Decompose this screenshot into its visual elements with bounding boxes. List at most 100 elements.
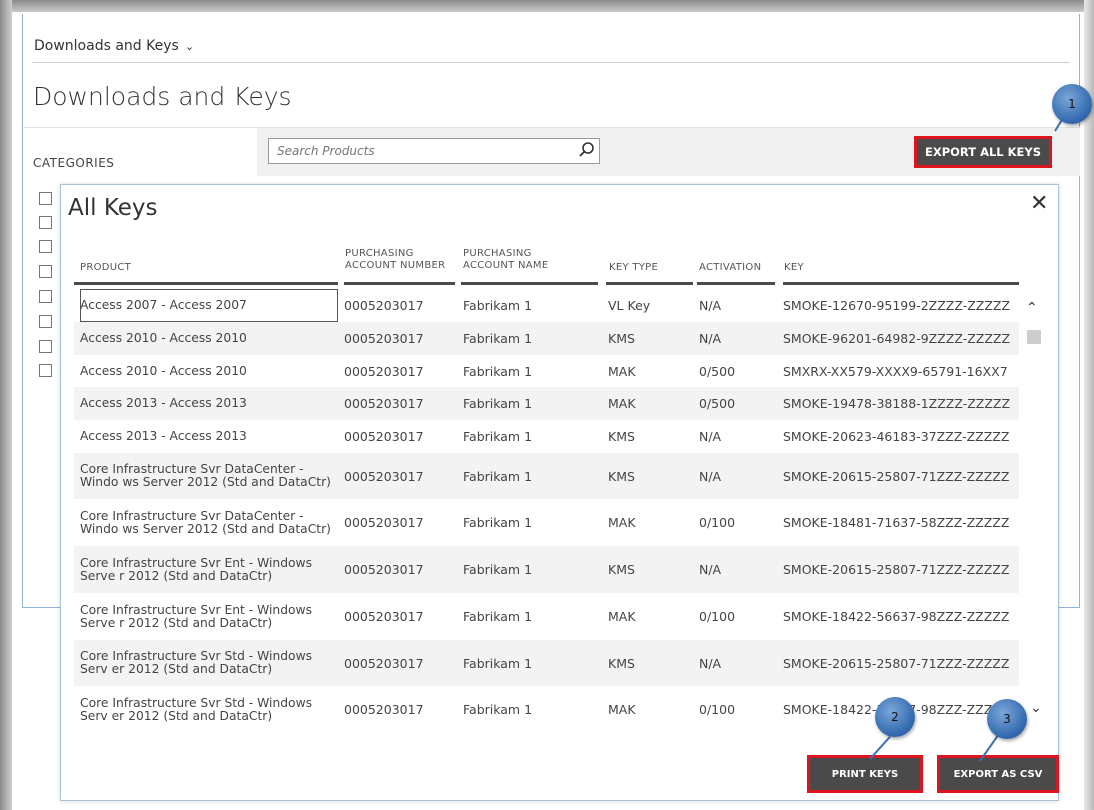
column-header-rule — [783, 282, 1019, 285]
category-checkbox[interactable] — [39, 265, 52, 278]
column-header-rule — [461, 282, 598, 285]
account-name-cell: Fabrikam 1 — [463, 468, 533, 484]
activation-cell: N/A — [699, 429, 722, 444]
chevron-up-icon[interactable]: ⌃ — [1026, 300, 1038, 316]
table-row[interactable]: Access 2010 - Access 2010 0005203017 Fabri… — [74, 322, 1019, 355]
table-row[interactable]: Core Infrastructure Svr DataCenter - Win… — [74, 499, 1019, 546]
key-cell: SMOKE-96201-64982-9ZZZZ-ZZZZZ — [783, 331, 1011, 346]
key-type-cell: KMS — [608, 331, 635, 346]
category-checkbox[interactable] — [39, 340, 52, 353]
account-name-cell: Fabrikam 1 — [463, 702, 533, 717]
table-row[interactable]: Core Infrastructure Svr DataCenter - Win… — [74, 453, 1019, 499]
chevron-down-icon[interactable]: ⌄ — [1030, 700, 1042, 716]
search-input[interactable] — [268, 138, 600, 164]
column-header-label: PURCHASING — [463, 248, 532, 259]
key-type-cell: KMS — [608, 468, 635, 484]
product-cell: Access 2013 - Access 2013 — [80, 396, 247, 410]
key-cell: SMOKE-20623-46183-37ZZZ-ZZZZZ — [783, 429, 1010, 444]
category-checkbox[interactable] — [39, 240, 52, 253]
table-row[interactable]: Access 2010 - Access 2010 0005203017 Fabri… — [74, 355, 1019, 387]
export-all-keys-button[interactable]: EXPORT ALL KEYS — [914, 136, 1052, 168]
breadcrumb-label: Downloads and Keys — [34, 38, 179, 54]
breadcrumb-divider — [32, 62, 1070, 63]
chevron-down-icon: ⌄ — [184, 40, 195, 53]
column-header-rule — [344, 282, 455, 285]
key-type-cell: MAK — [608, 609, 636, 624]
product-cell: Core Infrastructure Svr Std - Windows Se… — [80, 649, 313, 676]
activation-cell: 0/100 — [699, 702, 736, 717]
breadcrumb[interactable]: Downloads and Keys ⌄ — [34, 38, 194, 54]
account-name-cell: Fabrikam 1 — [463, 562, 533, 577]
key-type-cell: KMS — [608, 562, 635, 577]
close-icon[interactable]: ✕ — [1030, 191, 1048, 217]
callout-marker-2: 2 — [875, 697, 915, 737]
categories-heading: CATEGORIES — [33, 156, 115, 170]
product-cell: Core Infrastructure Svr DataCenter - Win… — [80, 508, 331, 536]
column-header-label: ACCOUNT NUMBER — [345, 260, 446, 271]
category-checkbox[interactable] — [39, 290, 52, 303]
column-header-label: PURCHASING — [345, 248, 414, 259]
column-header-rule — [697, 282, 775, 285]
product-cell: Core Infrastructure Svr Ent - Windows Se… — [80, 602, 313, 630]
column-header-key[interactable]: KEY — [784, 262, 804, 274]
key-cell: SMOKE-12670-95199-2ZZZZ-ZZZZZ — [783, 298, 1011, 313]
table-row[interactable]: Core Infrastructure Svr Ent - Windows Se… — [74, 546, 1019, 593]
product-cell: Access 2013 - Access 2013 — [80, 429, 247, 443]
category-checkbox[interactable] — [39, 192, 52, 205]
category-checkbox[interactable] — [39, 315, 52, 328]
account-number-cell: 0005203017 — [344, 331, 424, 346]
column-header-key-type[interactable]: KEY TYPE — [609, 262, 658, 274]
column-header-rule — [74, 282, 338, 285]
account-number-cell: 0005203017 — [344, 702, 424, 717]
activation-cell: N/A — [699, 298, 722, 313]
key-type-cell: VL Key — [608, 298, 651, 313]
key-cell: SMOKE-20615-25807-71ZZZ-ZZZZZ — [783, 468, 1010, 484]
column-header-label: PRODUCT — [80, 262, 132, 273]
print-keys-button[interactable]: PRINT KEYS — [807, 755, 923, 793]
page-title: Downloads and Keys — [33, 82, 292, 111]
window-frame-top — [0, 0, 1094, 12]
account-number-cell: 0005203017 — [344, 298, 424, 313]
table-row[interactable]: Core Infrastructure Svr Std - Windows Se… — [74, 640, 1019, 686]
product-cell: Core Infrastructure Svr Ent - Windows Se… — [80, 555, 313, 583]
search-icon[interactable] — [578, 141, 596, 159]
account-name-cell: Fabrikam 1 — [463, 609, 533, 624]
key-cell: SMOKE-19478-38188-1ZZZZ-ZZZZZ — [783, 396, 1011, 411]
column-header-account-number[interactable]: PURCHASING ACCOUNT NUMBER — [345, 248, 445, 272]
callout-marker-3: 3 — [987, 699, 1027, 739]
key-type-cell: MAK — [608, 363, 636, 379]
column-header-account-name[interactable]: PURCHASING ACCOUNT NAME — [463, 248, 548, 272]
key-type-cell: MAK — [608, 396, 636, 411]
activation-cell: N/A — [699, 562, 722, 577]
table-row[interactable]: Access 2013 - Access 2013 0005203017 Fabri… — [74, 420, 1019, 453]
activation-cell: 0/100 — [699, 609, 736, 624]
category-checkbox[interactable] — [39, 216, 52, 229]
activation-cell: 0/500 — [699, 363, 736, 379]
activation-cell: N/A — [699, 655, 722, 671]
table-row[interactable]: Access 2007 - Access 2007 0005203017 Fabri… — [74, 289, 1019, 322]
key-cell: SMOKE-18422-56637-98ZZZ-ZZZZZ — [783, 609, 1010, 624]
table-row[interactable]: Core Infrastructure Svr Ent - Windows Se… — [74, 593, 1019, 640]
column-header-product[interactable]: PRODUCT — [80, 262, 131, 274]
key-cell: SMOKE-20615-25807-71ZZZ-ZZZZZ — [783, 655, 1010, 671]
account-name-cell: Fabrikam 1 — [463, 331, 533, 346]
product-cell: Access 2007 - Access 2007 — [80, 289, 338, 322]
key-cell: SMOKE-20615-25807-71ZZZ-ZZZZZ — [783, 562, 1010, 577]
account-name-cell: Fabrikam 1 — [463, 515, 533, 530]
window-frame-left — [0, 0, 12, 810]
column-header-activation[interactable]: ACTIVATION — [699, 262, 761, 274]
dialog-title: All Keys — [68, 195, 158, 221]
table-row[interactable]: Access 2013 - Access 2013 0005203017 Fabri… — [74, 387, 1019, 420]
category-checkbox[interactable] — [39, 364, 52, 377]
product-cell: Access 2010 - Access 2010 — [80, 331, 247, 345]
scrollbar-thumb[interactable] — [1027, 330, 1041, 344]
key-cell: SMOKE-18481-71637-58ZZZ-ZZZZZ — [783, 515, 1010, 530]
key-type-cell: MAK — [608, 515, 636, 530]
product-cell: Access 2010 - Access 2010 — [80, 363, 247, 378]
key-type-cell: MAK — [608, 702, 636, 717]
account-name-cell: Fabrikam 1 — [463, 655, 533, 671]
account-number-cell: 0005203017 — [344, 609, 424, 624]
export-as-csv-button[interactable]: EXPORT AS CSV — [937, 755, 1059, 793]
account-number-cell: 0005203017 — [344, 363, 424, 379]
table-scrollbar[interactable] — [1023, 297, 1045, 727]
